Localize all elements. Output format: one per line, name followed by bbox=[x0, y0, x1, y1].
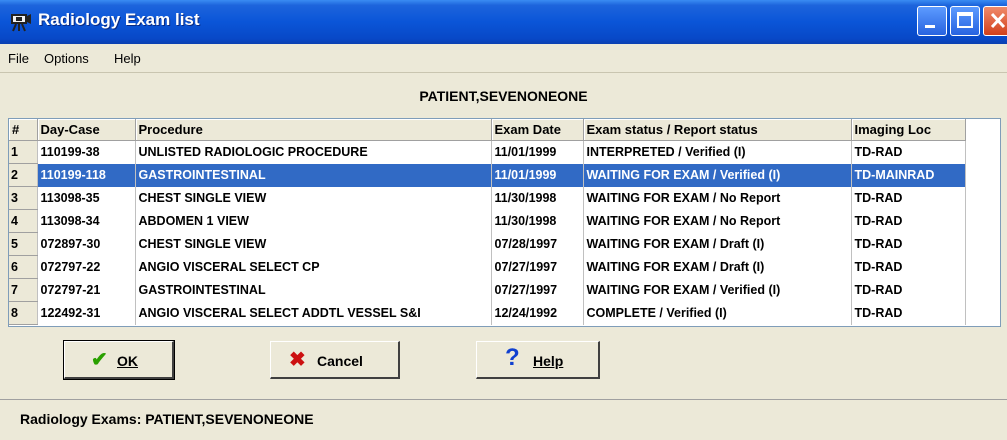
exam-date-cell: 11/30/1998 bbox=[491, 209, 584, 233]
checkmark-icon: ✔ bbox=[91, 349, 108, 371]
day-case-cell: 072897-30 bbox=[37, 232, 136, 256]
button-panel: ✔ OK ✖ Cancel ? Help bbox=[0, 330, 1007, 398]
row-number: 7 bbox=[9, 278, 38, 302]
row-number: 3 bbox=[9, 186, 38, 210]
imaging-loc-cell: TD-RAD bbox=[851, 209, 966, 233]
menu-file[interactable]: File bbox=[8, 51, 29, 66]
imaging-loc-cell: TD-RAD bbox=[851, 278, 966, 302]
exam-date-cell: 07/27/1997 bbox=[491, 278, 584, 302]
row-number: 4 bbox=[9, 209, 38, 233]
procedure-cell: GASTROINTESTINAL bbox=[135, 163, 492, 187]
maximize-button[interactable] bbox=[950, 6, 980, 36]
menu-bar: File Options Help bbox=[0, 44, 1007, 73]
imaging-loc-cell: TD-RAD bbox=[851, 301, 966, 325]
imaging-loc-cell: TD-RAD bbox=[851, 140, 966, 164]
exam-date-cell: 12/24/1992 bbox=[491, 301, 584, 325]
imaging-loc-cell: TD-RAD bbox=[851, 255, 966, 279]
close-button[interactable] bbox=[983, 6, 1007, 36]
status-cell: WAITING FOR EXAM / Verified (I) bbox=[583, 163, 852, 187]
status-cell: WAITING FOR EXAM / Draft (I) bbox=[583, 232, 852, 256]
col-header-procedure[interactable]: Procedure bbox=[135, 119, 492, 141]
minimize-icon bbox=[925, 25, 935, 28]
camera-app-icon bbox=[11, 14, 31, 32]
procedure-cell: ANGIO VISCERAL SELECT CP bbox=[135, 255, 492, 279]
status-cell: COMPLETE / Verified (I) bbox=[583, 301, 852, 325]
day-case-cell: 122492-31 bbox=[37, 301, 136, 325]
col-header-day-case[interactable]: Day-Case bbox=[37, 119, 136, 141]
status-cell: WAITING FOR EXAM / Verified (I) bbox=[583, 278, 852, 302]
procedure-cell: CHEST SINGLE VIEW bbox=[135, 232, 492, 256]
question-mark-icon: ? bbox=[505, 344, 520, 371]
procedure-cell: CHEST SINGLE VIEW bbox=[135, 186, 492, 210]
status-cell: WAITING FOR EXAM / Draft (I) bbox=[583, 255, 852, 279]
exam-date-cell: 11/01/1999 bbox=[491, 140, 584, 164]
ok-button[interactable]: ✔ OK bbox=[63, 340, 175, 380]
day-case-cell: 110199-38 bbox=[37, 140, 136, 164]
row-number: 1 bbox=[9, 140, 38, 164]
day-case-cell: 072797-22 bbox=[37, 255, 136, 279]
status-cell: WAITING FOR EXAM / No Report bbox=[583, 186, 852, 210]
procedure-cell: ABDOMEN 1 VIEW bbox=[135, 209, 492, 233]
window-title: Radiology Exam list bbox=[38, 10, 200, 29]
row-number: 5 bbox=[9, 232, 38, 256]
col-header-imaging-loc[interactable]: Imaging Loc bbox=[851, 119, 966, 141]
menu-help[interactable]: Help bbox=[114, 51, 141, 66]
day-case-cell: 113098-34 bbox=[37, 209, 136, 233]
row-number: 2 bbox=[9, 163, 38, 187]
exam-grid[interactable]: # Day-Case Procedure Exam Date Exam stat… bbox=[8, 118, 1001, 327]
close-icon bbox=[990, 12, 1006, 29]
table-row-selected[interactable]: 2 110199-118 GASTROINTESTINAL 11/01/1999 WAI… bbox=[9, 163, 966, 187]
imaging-loc-cell: TD-MAINRAD bbox=[851, 163, 966, 187]
procedure-cell: GASTROINTESTINAL bbox=[135, 278, 492, 302]
minimize-button[interactable] bbox=[917, 6, 947, 36]
imaging-loc-cell: TD-RAD bbox=[851, 186, 966, 210]
cancel-button[interactable]: ✖ Cancel bbox=[270, 341, 400, 379]
day-case-cell: 110199-118 bbox=[37, 163, 136, 187]
exam-date-cell: 11/01/1999 bbox=[491, 163, 584, 187]
procedure-cell: ANGIO VISCERAL SELECT ADDTL VESSEL S&I bbox=[135, 301, 492, 325]
table-header-row: # Day-Case Procedure Exam Date Exam stat… bbox=[9, 119, 966, 141]
exam-date-cell: 07/27/1997 bbox=[491, 255, 584, 279]
status-cell: WAITING FOR EXAM / No Report bbox=[583, 209, 852, 233]
col-header-status[interactable]: Exam status / Report status bbox=[583, 119, 852, 141]
row-number: 6 bbox=[9, 255, 38, 279]
status-bar: Radiology Exams: PATIENT,SEVENONEONE bbox=[0, 399, 1007, 440]
table-row[interactable]: 5 072897-30 CHEST SINGLE VIEW 07/28/1997 WAI… bbox=[9, 232, 966, 256]
title-bar[interactable]: Radiology Exam list bbox=[0, 0, 1007, 44]
table-row[interactable]: 4 113098-34 ABDOMEN 1 VIEW 11/30/1998 WAITIN… bbox=[9, 209, 966, 233]
table-row[interactable]: 1 110199-38 UNLISTED RADIOLOGIC PROCEDURE 1… bbox=[9, 140, 966, 164]
col-header-exam-date[interactable]: Exam Date bbox=[491, 119, 584, 141]
day-case-cell: 072797-21 bbox=[37, 278, 136, 302]
procedure-cell: UNLISTED RADIOLOGIC PROCEDURE bbox=[135, 140, 492, 164]
table-row[interactable]: 6 072797-22 ANGIO VISCERAL SELECT CP 07/27/… bbox=[9, 255, 966, 279]
red-x-icon: ✖ bbox=[289, 349, 306, 371]
table-row[interactable]: 8 122492-31 ANGIO VISCERAL SELECT ADDTL VE… bbox=[9, 301, 966, 325]
imaging-loc-cell: TD-RAD bbox=[851, 232, 966, 256]
maximize-icon bbox=[957, 12, 973, 28]
table-row[interactable]: 7 072797-21 GASTROINTESTINAL 07/27/1997 WAIT… bbox=[9, 278, 966, 302]
table-row[interactable]: 3 113098-35 CHEST SINGLE VIEW 11/30/1998 WAI… bbox=[9, 186, 966, 210]
status-text: Radiology Exams: PATIENT,SEVENONEONE bbox=[20, 411, 314, 427]
exam-table: # Day-Case Procedure Exam Date Exam stat… bbox=[9, 119, 966, 325]
day-case-cell: 113098-35 bbox=[37, 186, 136, 210]
patient-name-header: PATIENT,SEVENONEONE bbox=[419, 88, 588, 104]
menu-options[interactable]: Options bbox=[44, 51, 89, 66]
row-number: 8 bbox=[9, 301, 38, 325]
status-cell: INTERPRETED / Verified (I) bbox=[583, 140, 852, 164]
exam-date-cell: 11/30/1998 bbox=[491, 186, 584, 210]
help-button[interactable]: ? Help bbox=[476, 341, 600, 379]
exam-date-cell: 07/28/1997 bbox=[491, 232, 584, 256]
col-header-number[interactable]: # bbox=[9, 119, 38, 141]
radiology-exam-list-window: Radiology Exam list File Options Help PA… bbox=[0, 0, 1007, 440]
